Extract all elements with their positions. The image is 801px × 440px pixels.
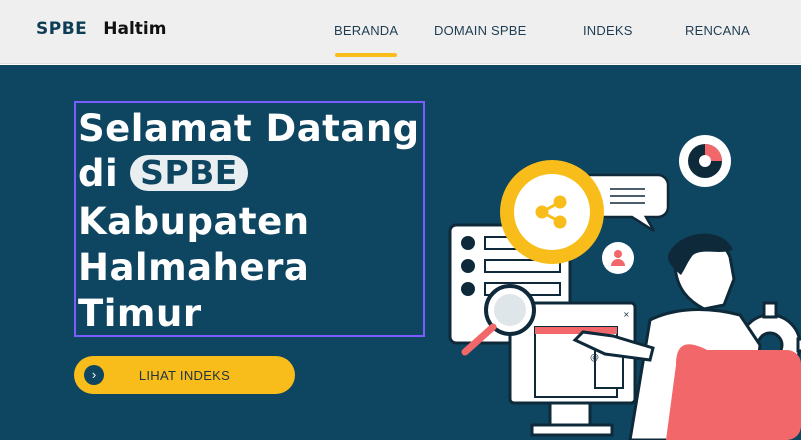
at-icon: @ [590, 353, 599, 363]
hero-headline: Selamat Datang di SPBE Kabupaten Halmaher… [74, 101, 425, 337]
nav-indeks[interactable]: INDEKS [583, 23, 633, 38]
headline-line-4: Halmahera [78, 246, 310, 289]
share-icon [500, 160, 604, 264]
brand-text-spbe: SPBE [36, 19, 88, 39]
pie-chart-icon [679, 135, 731, 187]
nav-domain-spbe[interactable]: DOMAIN SPBE [434, 23, 527, 38]
headline-line-1: Selamat Datang [78, 107, 420, 150]
headline-line-2: di SPBE [78, 155, 248, 192]
close-icon: × [623, 310, 630, 319]
lihat-indeks-button[interactable]: › LIHAT INDEKS [74, 356, 295, 394]
brand-logo[interactable]: SPBE Haltim [36, 19, 166, 39]
brand-text-haltim: Haltim [103, 19, 167, 39]
nav-rencana[interactable]: RENCANA [685, 23, 750, 38]
top-navbar: SPBE Haltim BERANDA DOMAIN SPBE INDEKS R… [0, 0, 801, 64]
hero-illustration: @ × [448, 135, 801, 440]
headline-line-3: Kabupaten [78, 200, 310, 243]
lihat-indeks-label: LIHAT INDEKS [138, 368, 231, 383]
headline-line-5: Timur [78, 292, 202, 335]
nav-beranda[interactable]: BERANDA [334, 23, 398, 38]
nav-active-indicator [335, 53, 397, 57]
user-icon [602, 242, 634, 274]
headline-di: di [78, 152, 119, 195]
spbe-pill: SPBE [130, 155, 248, 191]
